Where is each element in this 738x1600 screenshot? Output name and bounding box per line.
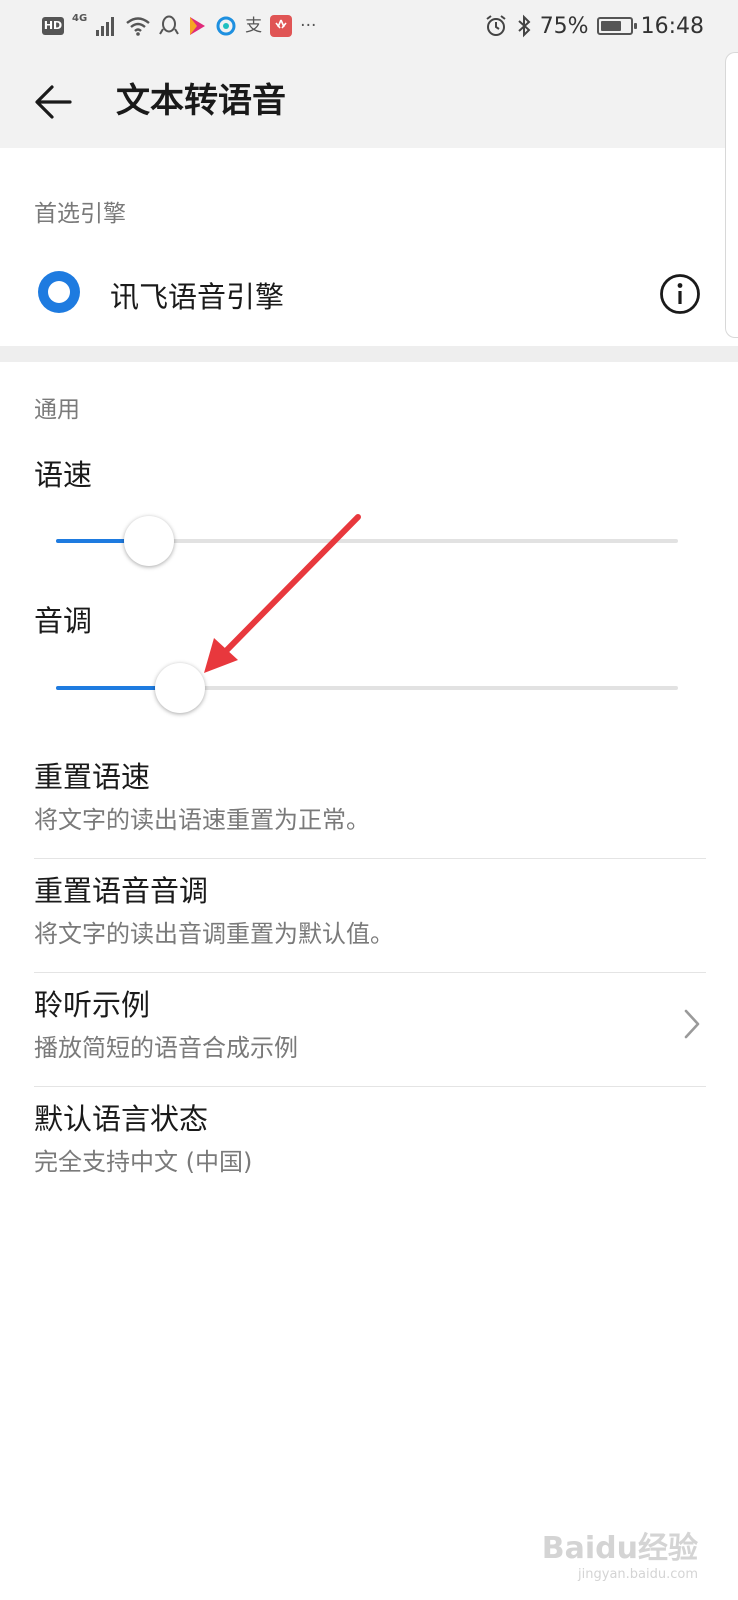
- speech-rate-slider[interactable]: [56, 516, 678, 566]
- slider-thumb[interactable]: [124, 516, 175, 566]
- qq-icon: [159, 15, 180, 35]
- huawei-icon: [270, 15, 293, 37]
- chevron-right-icon: [684, 1009, 700, 1039]
- page-title: 文本转语音: [116, 81, 286, 121]
- status-right-icons: 75% 16:48: [484, 10, 704, 42]
- network-type: 4G: [72, 12, 88, 24]
- watermark-url: jingyan.baidu.com: [578, 1567, 698, 1582]
- section-header-general: 通用: [34, 397, 80, 423]
- battery-percent: 75%: [539, 13, 589, 39]
- item-subtitle: 将文字的读出语速重置为正常。: [34, 806, 370, 834]
- item-subtitle: 播放简短的语音合成示例: [34, 1034, 298, 1062]
- alipay-icon: 支: [245, 16, 263, 36]
- section-header-preferred-engine: 首选引擎: [34, 201, 126, 227]
- status-left-icons: HD 4G 支 ···: [42, 12, 316, 40]
- info-button[interactable]: [658, 272, 702, 316]
- video-app-icon: [190, 17, 206, 35]
- battery-level: [600, 21, 621, 31]
- browser-icon: [216, 16, 236, 36]
- more-notifications-icon: ···: [300, 16, 317, 36]
- reset-speech-rate-item[interactable]: 重置语速 将文字的读出语速重置为正常。: [0, 740, 738, 852]
- engine-radio[interactable]: [38, 271, 80, 313]
- battery-icon: [596, 17, 637, 35]
- reset-pitch-item[interactable]: 重置语音音调 将文字的读出音调重置为默认值。: [0, 854, 738, 966]
- back-button[interactable]: [28, 76, 80, 128]
- signal-icon: [96, 17, 115, 36]
- pitch-label: 音调: [34, 604, 93, 638]
- app-bar: 文本转语音: [0, 56, 738, 148]
- item-title: 重置语音音调: [34, 874, 209, 908]
- status-bar: HD 4G 支 ··· 75% 16:48: [0, 0, 738, 56]
- arrow-left-icon: [35, 85, 72, 119]
- item-title: 重置语速: [34, 760, 151, 794]
- engine-label: 讯飞语音引擎: [110, 280, 285, 314]
- wifi-icon: [126, 17, 150, 36]
- slider-thumb[interactable]: [155, 663, 206, 713]
- alarm-icon: [486, 15, 506, 36]
- engine-row[interactable]: 讯飞语音引擎: [0, 248, 738, 340]
- hd-icon: HD: [42, 17, 64, 35]
- section-divider: [0, 346, 738, 362]
- item-subtitle: 完全支持中文 (中国): [34, 1148, 253, 1176]
- item-title: 默认语言状态: [34, 1102, 209, 1136]
- listen-example-item[interactable]: 聆听示例 播放简短的语音合成示例: [0, 968, 738, 1080]
- info-icon: [660, 274, 700, 314]
- pitch-slider[interactable]: [56, 663, 678, 713]
- bluetooth-icon: [518, 14, 531, 38]
- watermark-text: Baidu经验: [541, 1531, 698, 1566]
- watermark: Baidu经验 jingyan.baidu.com: [542, 1523, 698, 1582]
- speech-rate-label: 语速: [34, 458, 93, 492]
- item-title: 聆听示例: [34, 988, 151, 1022]
- default-language-status-item[interactable]: 默认语言状态 完全支持中文 (中国): [0, 1082, 738, 1194]
- clock: 16:48: [640, 13, 704, 39]
- item-subtitle: 将文字的读出音调重置为默认值。: [34, 920, 394, 948]
